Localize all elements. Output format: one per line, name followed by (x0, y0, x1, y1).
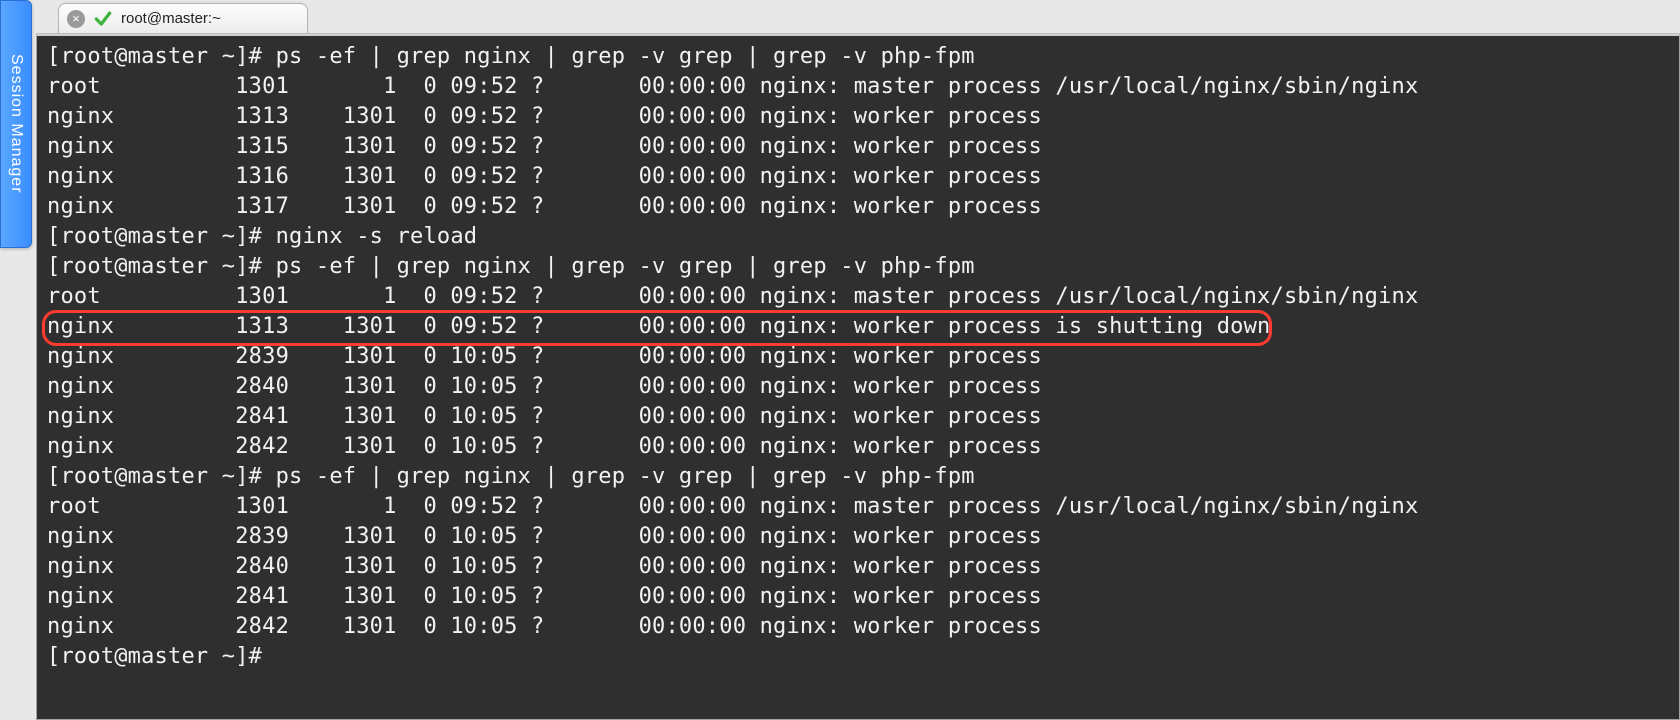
terminal-line: [root@master ~]# ps -ef | grep nginx | g… (47, 252, 1669, 282)
tab-title: root@master:~ (121, 10, 221, 27)
process-row: nginx 1313 1301 0 09:52 ? 00:00:00 nginx… (47, 312, 1669, 342)
workspace: × root@master:~ [root@master ~]# ps -ef … (36, 0, 1680, 720)
process-row: nginx 2840 1301 0 10:05 ? 00:00:00 nginx… (47, 372, 1669, 402)
process-row: nginx 2841 1301 0 10:05 ? 00:00:00 nginx… (47, 582, 1669, 612)
process-row: nginx 2841 1301 0 10:05 ? 00:00:00 nginx… (47, 402, 1669, 432)
process-row: nginx 1316 1301 0 09:52 ? 00:00:00 nginx… (47, 162, 1669, 192)
terminal-line: [root@master ~]# ps -ef | grep nginx | g… (47, 42, 1669, 72)
terminal[interactable]: [root@master ~]# ps -ef | grep nginx | g… (36, 34, 1680, 720)
checkmark-icon (93, 9, 113, 29)
terminal-line: [root@master ~]# (47, 642, 1669, 672)
process-row: nginx 2839 1301 0 10:05 ? 00:00:00 nginx… (47, 522, 1669, 552)
terminal-output: [root@master ~]# ps -ef | grep nginx | g… (37, 36, 1679, 678)
terminal-line: [root@master ~]# ps -ef | grep nginx | g… (47, 462, 1669, 492)
terminal-line: [root@master ~]# nginx -s reload (47, 222, 1669, 252)
tab-bar: × root@master:~ (36, 0, 1680, 34)
process-row: nginx 2842 1301 0 10:05 ? 00:00:00 nginx… (47, 432, 1669, 462)
session-manager-tab[interactable]: Session Manager (0, 0, 32, 248)
process-row: root 1301 1 0 09:52 ? 00:00:00 nginx: ma… (47, 72, 1669, 102)
terminal-tab[interactable]: × root@master:~ (58, 3, 308, 33)
process-row: nginx 2839 1301 0 10:05 ? 00:00:00 nginx… (47, 342, 1669, 372)
process-row: nginx 1317 1301 0 09:52 ? 00:00:00 nginx… (47, 192, 1669, 222)
process-row: nginx 1313 1301 0 09:52 ? 00:00:00 nginx… (47, 102, 1669, 132)
process-row: root 1301 1 0 09:52 ? 00:00:00 nginx: ma… (47, 492, 1669, 522)
process-row: nginx 2840 1301 0 10:05 ? 00:00:00 nginx… (47, 552, 1669, 582)
process-row: nginx 2842 1301 0 10:05 ? 00:00:00 nginx… (47, 612, 1669, 642)
process-row: root 1301 1 0 09:52 ? 00:00:00 nginx: ma… (47, 282, 1669, 312)
session-manager-label: Session Manager (7, 54, 25, 194)
close-icon[interactable]: × (67, 10, 85, 28)
process-row: nginx 1315 1301 0 09:52 ? 00:00:00 nginx… (47, 132, 1669, 162)
